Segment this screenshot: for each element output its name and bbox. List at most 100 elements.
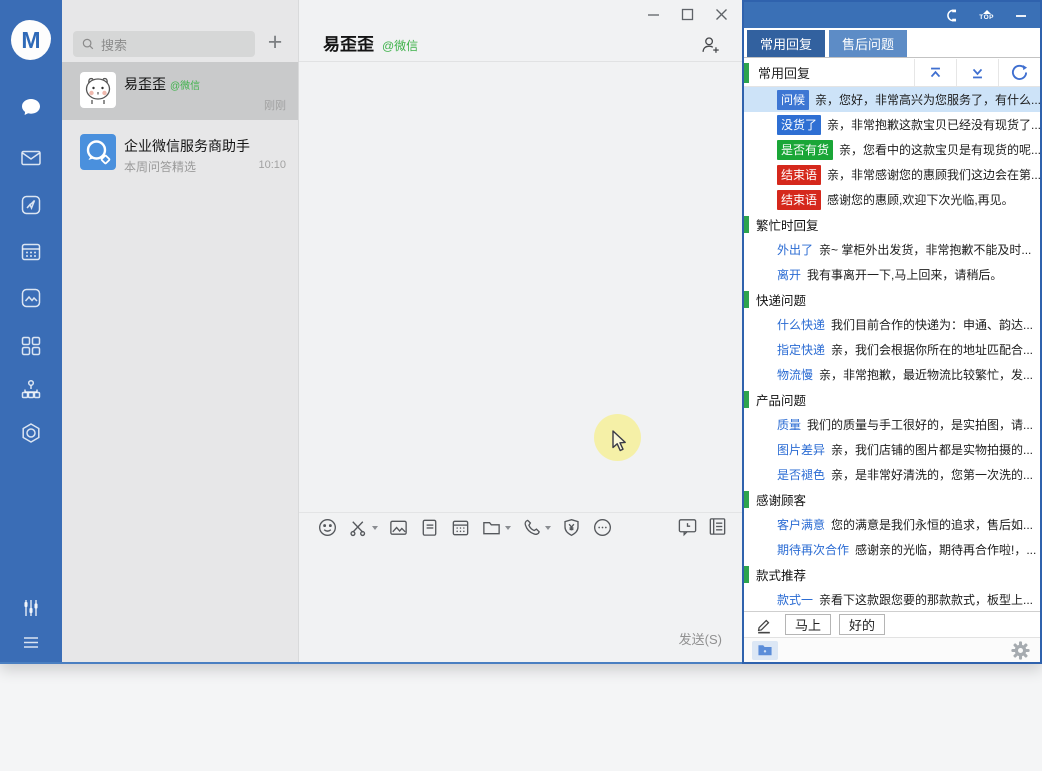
send-button[interactable]: 发送(S) xyxy=(679,629,722,648)
screenshot-button[interactable] xyxy=(348,517,378,538)
quick-reply-item[interactable]: 问候 亲，您好，非常高兴为您服务了，有什么... xyxy=(744,87,1040,112)
reply-keyword[interactable]: 质量 xyxy=(777,416,801,433)
file-icon xyxy=(419,517,440,538)
reply-section-header[interactable]: 款式推荐 xyxy=(744,562,1040,587)
panel-bottom-bar xyxy=(744,637,1040,662)
sidebar-item-miniprogram[interactable] xyxy=(0,421,62,445)
panel-minimize-button[interactable] xyxy=(1014,8,1028,22)
reply-keyword[interactable]: 图片差异 xyxy=(777,441,825,458)
quick-reply-item[interactable]: 结束语 感谢您的惠顾,欢迎下次光临,再见。 xyxy=(744,187,1040,212)
reply-keyword[interactable]: 指定快递 xyxy=(777,341,825,358)
refresh-button[interactable] xyxy=(998,59,1040,86)
reply-keyword[interactable]: 是否有货 xyxy=(777,140,833,160)
calendar-icon xyxy=(19,240,43,264)
reply-keyword[interactable]: 外出了 xyxy=(777,241,813,258)
quick-reply-item[interactable]: 款式一 亲看下这款跟您要的那款款式，板型上... xyxy=(744,587,1040,611)
reply-section-header[interactable]: 产品问题 xyxy=(744,387,1040,412)
reply-keyword[interactable]: 物流慢 xyxy=(777,366,813,383)
tab-common-replies[interactable]: 常用回复 xyxy=(747,30,825,57)
quick-reply-item[interactable]: 期待再次合作 感谢亲的光临，期待再合作啦!，... xyxy=(744,537,1040,562)
reply-keyword[interactable]: 结束语 xyxy=(777,190,821,210)
quick-reply-item[interactable]: 物流慢 亲，非常抱歉，最近物流比较繁忙，发... xyxy=(744,362,1040,387)
reply-keyword[interactable]: 什么快递 xyxy=(777,316,825,333)
folder-button[interactable] xyxy=(481,517,511,538)
reply-section-header[interactable]: 快递问题 xyxy=(744,287,1040,312)
sidebar-item-apps[interactable] xyxy=(0,334,62,358)
gallery-icon xyxy=(19,286,43,310)
quick-reply-item[interactable]: 离开 我有事离开一下,马上回来，请稍后。 xyxy=(744,262,1040,287)
reply-keyword[interactable]: 离开 xyxy=(777,266,801,283)
emoji-button[interactable] xyxy=(317,517,338,538)
sidebar-item-chat[interactable] xyxy=(0,95,62,119)
quick-reply-item[interactable]: 质量 我们的质量与手工很好的，是实拍图，请... xyxy=(744,412,1040,437)
pin-top-button[interactable]: TOP xyxy=(979,10,994,21)
reply-keyword[interactable]: 没货了 xyxy=(777,115,821,135)
panel-titlebar[interactable]: TOP xyxy=(744,2,1040,28)
magnet-icon xyxy=(942,7,959,24)
reply-keyword[interactable]: 结束语 xyxy=(777,165,821,185)
sidebar-item-filters[interactable] xyxy=(0,596,62,620)
quick-phrase-button[interactable]: 马上 xyxy=(785,614,831,635)
quick-reply-item[interactable]: 结束语 亲，非常感谢您的惠顾我们这边会在第... xyxy=(744,162,1040,187)
quick-reply-item[interactable]: 外出了 亲~ 掌柜外出发货，非常抱歉不能及时... xyxy=(744,237,1040,262)
quick-reply-item[interactable]: 什么快递 我们目前合作的快递为：申通、韵达... xyxy=(744,312,1040,337)
quick-phrase-button[interactable]: 好的 xyxy=(839,614,885,635)
call-button[interactable] xyxy=(521,517,551,538)
reply-keyword[interactable]: 期待再次合作 xyxy=(777,541,849,558)
notes-button[interactable] xyxy=(707,516,728,542)
scroll-bottom-button[interactable] xyxy=(956,59,998,86)
reply-text: 我有事离开一下,马上回来，请稍后。 xyxy=(807,266,1002,283)
section-marker xyxy=(744,491,749,508)
magnet-button[interactable] xyxy=(942,7,959,24)
quick-reply-item[interactable]: 是否有货 亲，您看中的这款宝贝是有现货的呢... xyxy=(744,137,1040,162)
chevron-down-icon[interactable] xyxy=(505,526,511,530)
section-marker xyxy=(744,391,749,408)
section-title: 产品问题 xyxy=(756,390,806,409)
payment-button[interactable] xyxy=(561,517,582,538)
add-chat-button[interactable]: + xyxy=(260,28,290,58)
reply-keyword[interactable]: 问候 xyxy=(777,90,809,110)
calendar-button[interactable] xyxy=(450,517,471,538)
chat-item-time: 刚刚 xyxy=(264,97,286,113)
search-input[interactable]: 搜索 xyxy=(73,31,255,57)
sidebar-item-drive[interactable] xyxy=(0,286,62,310)
chevron-down-icon[interactable] xyxy=(545,526,551,530)
quick-reply-item[interactable]: 没货了 亲，非常抱歉这款宝贝已经没有现货了... xyxy=(744,112,1040,137)
reply-keyword[interactable]: 是否褪色 xyxy=(777,466,825,483)
reply-keyword[interactable]: 款式一 xyxy=(777,591,813,608)
settings-button[interactable] xyxy=(1009,639,1032,667)
scroll-top-button[interactable] xyxy=(914,59,956,86)
chevron-down-icon[interactable] xyxy=(372,526,378,530)
panel-tabs: 常用回复 售后问题 xyxy=(744,28,1040,58)
file-button[interactable] xyxy=(419,517,440,538)
add-member-button[interactable] xyxy=(699,34,721,61)
image-button[interactable] xyxy=(388,517,409,538)
sidebar-item-contacts[interactable] xyxy=(0,377,62,401)
quick-reply-item[interactable]: 客户满意 您的满意是我们永恒的追求，售后如... xyxy=(744,512,1040,537)
payment-icon xyxy=(561,517,582,538)
folder-icon xyxy=(481,517,502,538)
reply-text: 亲，我们店铺的图片都是实物拍摄的... xyxy=(831,441,1033,458)
quick-send-bar: 马上好的 xyxy=(744,611,1040,637)
reply-section-header[interactable]: 繁忙时回复 xyxy=(744,212,1040,237)
quick-reply-item[interactable]: 指定快递 亲，我们会根据你所在的地址匹配合... xyxy=(744,337,1040,362)
sidebar-item-calendar[interactable] xyxy=(0,240,62,264)
quick-reply-item[interactable]: 是否褪色 亲，是非常好清洗的，您第一次洗的... xyxy=(744,462,1040,487)
reply-keyword[interactable]: 客户满意 xyxy=(777,516,825,533)
edit-button[interactable] xyxy=(751,614,777,635)
more-button[interactable] xyxy=(592,517,613,538)
tab-aftersale-questions[interactable]: 售后问题 xyxy=(829,30,907,57)
refresh-icon xyxy=(1011,64,1028,81)
reply-section-header[interactable]: 感谢顾客 xyxy=(744,487,1040,512)
chat-list-item[interactable]: 企业微信服务商助手 本周问答精选 10:10 xyxy=(62,124,298,182)
scroll-top-icon xyxy=(927,65,944,81)
app-logo[interactable]: M xyxy=(11,20,51,60)
sidebar-item-workbench[interactable] xyxy=(0,193,62,217)
sidebar-item-mail[interactable] xyxy=(0,146,62,170)
chat-history-button[interactable] xyxy=(677,516,698,542)
sidebar-item-menu[interactable] xyxy=(0,630,62,654)
library-button[interactable] xyxy=(752,641,778,660)
chat-list-item[interactable]: 易歪歪@微信 刚刚 xyxy=(62,62,298,120)
quick-reply-item[interactable]: 图片差异 亲，我们店铺的图片都是实物拍摄的... xyxy=(744,437,1040,462)
chat-item-name: 易歪歪@微信 xyxy=(124,74,200,94)
